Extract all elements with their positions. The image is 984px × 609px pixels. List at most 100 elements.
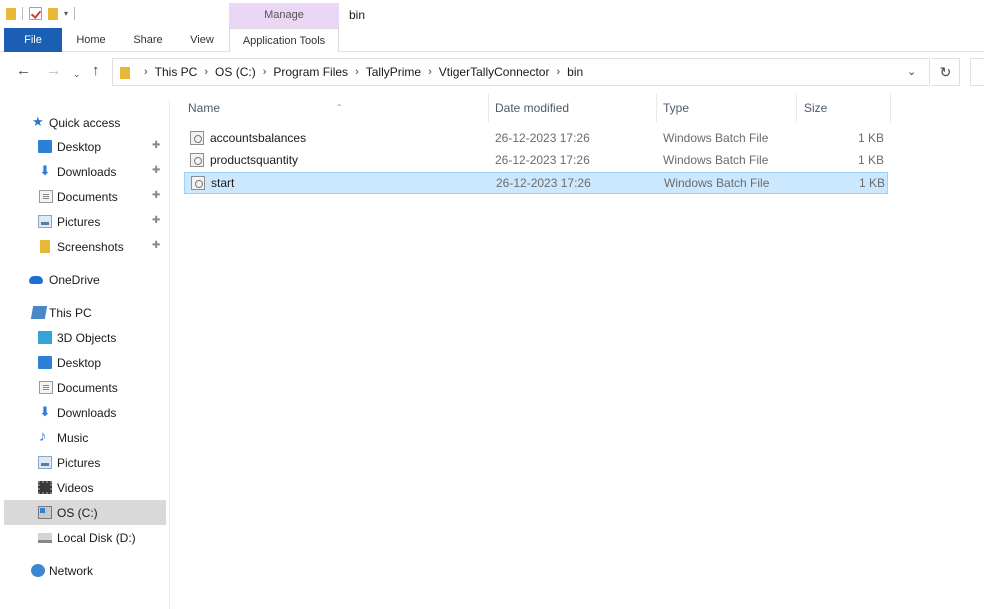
customize-toolbar-button[interactable]: ▾ bbox=[64, 9, 68, 18]
forward-button[interactable]: → bbox=[46, 63, 61, 79]
sidebar-item-this-pc[interactable]: This PC bbox=[4, 300, 166, 325]
title-bar: ▾ Manage bin bbox=[0, 0, 984, 28]
sidebar-item-documents[interactable]: Documents ✚ bbox=[4, 184, 166, 209]
sidebar-item-label: Pictures bbox=[57, 455, 101, 470]
sidebar-item-videos[interactable]: Videos bbox=[4, 475, 166, 500]
download-icon: ⬇ bbox=[39, 163, 51, 178]
pin-icon[interactable]: ✚ bbox=[152, 140, 160, 151]
sidebar-item-documents-pc[interactable]: Documents bbox=[4, 375, 166, 400]
column-divider[interactable] bbox=[656, 94, 657, 122]
refresh-button[interactable]: ↻ bbox=[932, 58, 960, 86]
sidebar-item-onedrive[interactable]: OneDrive bbox=[4, 267, 166, 292]
file-date: 26-12-2023 17:26 bbox=[495, 131, 590, 145]
sidebar-item-os-c[interactable]: OS (C:) bbox=[4, 500, 166, 525]
column-header-size[interactable]: Size bbox=[804, 94, 884, 122]
sidebar-item-network[interactable]: Network bbox=[4, 558, 166, 583]
column-header-label: Name bbox=[188, 101, 221, 115]
address-bar[interactable]: › This PC › OS (C:) › Program Files › Ta… bbox=[112, 58, 930, 86]
sidebar-item-label: Music bbox=[57, 430, 89, 445]
breadcrumb-item[interactable]: TallyPrime bbox=[366, 65, 421, 79]
column-divider[interactable] bbox=[890, 94, 891, 122]
sidebar-item-desktop[interactable]: Desktop ✚ bbox=[4, 134, 166, 159]
file-type: Windows Batch File bbox=[663, 153, 769, 167]
column-header-name[interactable]: Name ⌃ bbox=[188, 94, 488, 122]
sidebar-item-label: Documents bbox=[57, 189, 118, 204]
breadcrumb-item[interactable]: Program Files bbox=[273, 65, 348, 79]
file-name: start bbox=[211, 176, 235, 190]
sidebar-item-pictures[interactable]: Pictures ✚ bbox=[4, 209, 166, 234]
sidebar-item-desktop-pc[interactable]: Desktop bbox=[4, 350, 166, 375]
sidebar-item-screenshots[interactable]: Screenshots ✚ bbox=[4, 234, 166, 259]
sidebar-item-label: Local Disk (D:) bbox=[57, 530, 136, 545]
search-input[interactable] bbox=[970, 58, 984, 86]
sidebar-item-downloads[interactable]: ⬇ Downloads ✚ bbox=[4, 159, 166, 184]
file-date: 26-12-2023 17:26 bbox=[496, 176, 591, 190]
sidebar-item-label: Documents bbox=[57, 380, 118, 395]
tab-application-tools[interactable]: Application Tools bbox=[229, 28, 339, 52]
recent-locations-button[interactable]: ⌄ bbox=[73, 66, 81, 82]
breadcrumb-separator[interactable]: › bbox=[144, 66, 148, 78]
breadcrumb-item[interactable]: VtigerTallyConnector bbox=[439, 65, 550, 79]
pin-icon[interactable]: ✚ bbox=[152, 190, 160, 201]
column-header-type[interactable]: Type bbox=[663, 94, 793, 122]
breadcrumb-separator[interactable]: › bbox=[556, 66, 560, 78]
file-name: accountsbalances bbox=[210, 131, 307, 145]
manage-context-label: Manage bbox=[229, 3, 339, 28]
sidebar-item-quick-access[interactable]: ★ Quick access bbox=[4, 110, 166, 135]
column-divider[interactable] bbox=[796, 94, 797, 122]
sidebar-item-label: Desktop bbox=[57, 139, 102, 154]
file-row[interactable]: accountsbalances 26-12-2023 17:26 Window… bbox=[184, 128, 888, 150]
sidebar-item-downloads-pc[interactable]: ⬇ Downloads bbox=[4, 400, 166, 425]
ribbon-tabs: File Home Share View Application Tools bbox=[0, 28, 984, 52]
breadcrumb: › This PC › OS (C:) › Program Files › Ta… bbox=[137, 59, 583, 85]
back-button[interactable]: ← bbox=[16, 63, 31, 79]
window-title: bin bbox=[349, 8, 366, 22]
breadcrumb-item[interactable]: bin bbox=[567, 65, 583, 79]
tab-file[interactable]: File bbox=[4, 28, 62, 52]
network-icon bbox=[31, 564, 45, 577]
folder-icon bbox=[6, 7, 16, 20]
sidebar-item-pictures-pc[interactable]: Pictures bbox=[4, 450, 166, 475]
sidebar-item-label: Videos bbox=[57, 480, 94, 495]
column-divider[interactable] bbox=[488, 94, 489, 122]
address-dropdown-button[interactable]: ⌄ bbox=[907, 65, 916, 78]
tab-home[interactable]: Home bbox=[66, 28, 116, 52]
file-size: 1 KB bbox=[858, 176, 885, 190]
folder-icon bbox=[120, 67, 130, 79]
folder-icon bbox=[40, 240, 50, 253]
breadcrumb-separator[interactable]: › bbox=[428, 66, 432, 78]
pin-icon[interactable]: ✚ bbox=[152, 215, 160, 226]
breadcrumb-item[interactable]: OS (C:) bbox=[215, 65, 256, 79]
tab-view[interactable]: View bbox=[181, 28, 223, 52]
file-list: Name ⌃ Date modified Type Size accountsb… bbox=[184, 90, 892, 609]
tab-share[interactable]: Share bbox=[124, 28, 172, 52]
sidebar-item-label: Pictures bbox=[57, 214, 101, 229]
breadcrumb-item[interactable]: This PC bbox=[155, 65, 198, 79]
file-row[interactable]: productsquantity 26-12-2023 17:26 Window… bbox=[184, 150, 888, 172]
sidebar-item-local-disk-d[interactable]: Local Disk (D:) bbox=[4, 525, 166, 550]
pin-icon[interactable]: ✚ bbox=[152, 240, 160, 251]
documents-icon bbox=[39, 381, 53, 394]
breadcrumb-separator[interactable]: › bbox=[355, 66, 359, 78]
pin-icon[interactable]: ✚ bbox=[152, 165, 160, 176]
music-icon: ♪ bbox=[39, 428, 47, 445]
properties-icon[interactable] bbox=[29, 7, 42, 20]
file-size: 1 KB bbox=[857, 153, 884, 167]
file-row-selected[interactable]: start 26-12-2023 17:26 Windows Batch Fil… bbox=[184, 172, 888, 194]
sidebar-item-3d-objects[interactable]: 3D Objects bbox=[4, 325, 166, 350]
file-size: 1 KB bbox=[857, 131, 884, 145]
sidebar-item-label: 3D Objects bbox=[57, 330, 117, 345]
breadcrumb-separator[interactable]: › bbox=[204, 66, 208, 78]
batch-file-icon bbox=[190, 131, 204, 145]
drive-icon bbox=[38, 506, 52, 519]
breadcrumb-separator[interactable]: › bbox=[263, 66, 267, 78]
up-button[interactable]: ↑ bbox=[92, 63, 100, 79]
sidebar-item-label: This PC bbox=[49, 305, 92, 320]
address-row: ← → ⌄ ↑ › This PC › OS (C:) › Program Fi… bbox=[0, 54, 984, 90]
sidebar-item-music[interactable]: ♪ Music bbox=[4, 425, 166, 450]
cloud-icon bbox=[29, 276, 43, 284]
column-header-date[interactable]: Date modified bbox=[495, 94, 655, 122]
new-folder-icon[interactable] bbox=[48, 7, 58, 20]
sidebar-item-label: Network bbox=[49, 563, 94, 578]
sidebar-item-label: OneDrive bbox=[49, 272, 100, 287]
